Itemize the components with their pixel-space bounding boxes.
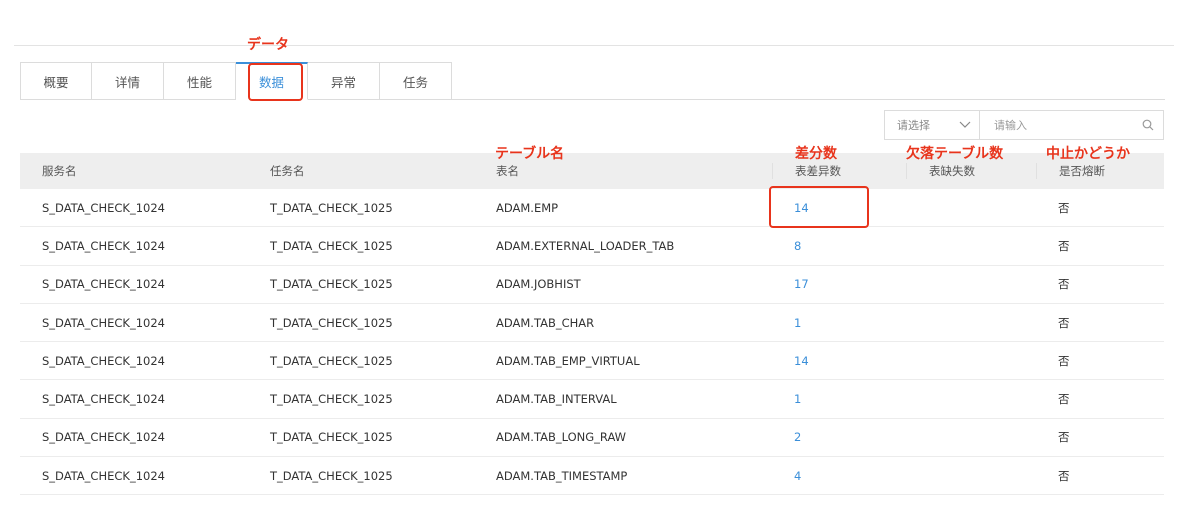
cell-service: S_DATA_CHECK_1024 [42, 200, 165, 215]
search-input[interactable] [992, 117, 1136, 133]
annotation-table-name: テーブル名 [495, 146, 565, 162]
header-missing: 表缺失数 [906, 163, 1036, 179]
cell-service: S_DATA_CHECK_1024 [42, 238, 165, 253]
cell-service: S_DATA_CHECK_1024 [42, 353, 165, 368]
cell-table: ADAM.TAB_TIMESTAMP [496, 468, 628, 483]
header-diff: 表差异数 [772, 163, 906, 179]
table-row: S_DATA_CHECK_1024 T_DATA_CHECK_1025 ADAM… [20, 266, 1164, 304]
header-table: 表名 [496, 164, 519, 178]
diff-link[interactable]: 8 [794, 239, 801, 253]
cell-diff: 4 [772, 469, 906, 483]
tab-bar: 概要 详情 性能 数据 异常 任务 [20, 62, 452, 100]
cell-table: ADAM.EMP [496, 200, 559, 215]
cell-diff: 17 [772, 277, 906, 291]
table-row: S_DATA_CHECK_1024 T_DATA_CHECK_1025 ADAM… [20, 380, 1164, 419]
cell-service: S_DATA_CHECK_1024 [42, 277, 165, 292]
cell-diff: 8 [772, 239, 906, 253]
cell-service: S_DATA_CHECK_1024 [42, 392, 165, 407]
cell-table: ADAM.TAB_CHAR [496, 315, 595, 330]
cell-service: S_DATA_CHECK_1024 [42, 315, 165, 330]
table-row: S_DATA_CHECK_1024 T_DATA_CHECK_1025 ADAM… [20, 419, 1164, 458]
cell-diff: 14 [772, 354, 906, 368]
header-service: 服务名 [42, 164, 77, 178]
cell-diff: 1 [772, 316, 906, 330]
tab-overview[interactable]: 概要 [20, 62, 92, 100]
cell-table: ADAM.TAB_LONG_RAW [496, 430, 627, 445]
tab-exceptions[interactable]: 异常 [308, 62, 380, 100]
cell-task: T_DATA_CHECK_1025 [270, 468, 393, 483]
cell-task: T_DATA_CHECK_1025 [270, 277, 393, 292]
cell-task: T_DATA_CHECK_1025 [270, 392, 393, 407]
cell-task: T_DATA_CHECK_1025 [270, 430, 393, 445]
search-field [980, 111, 1163, 139]
filter-select[interactable]: 请选择 [885, 111, 980, 139]
cell-table: ADAM.TAB_EMP_VIRTUAL [496, 353, 640, 368]
cell-table: ADAM.JOBHIST [496, 277, 581, 292]
diff-link[interactable]: 2 [794, 430, 801, 444]
cell-table: ADAM.TAB_INTERVAL [496, 392, 617, 407]
table-row: S_DATA_CHECK_1024 T_DATA_CHECK_1025 ADAM… [20, 227, 1164, 266]
top-divider [14, 45, 1174, 46]
diff-link[interactable]: 1 [794, 316, 801, 330]
annotation-missing-count: 欠落テーブル数 [906, 146, 1004, 162]
filter-select-placeholder: 请选择 [897, 119, 930, 132]
table-row: S_DATA_CHECK_1024 T_DATA_CHECK_1025 ADAM… [20, 457, 1164, 496]
tab-tasks[interactable]: 任务 [380, 62, 452, 100]
cell-service: S_DATA_CHECK_1024 [42, 430, 165, 445]
table-row: S_DATA_CHECK_1024 T_DATA_CHECK_1025 ADAM… [20, 189, 1164, 228]
annotation-data-tab-box [248, 63, 303, 101]
cell-diff: 1 [772, 392, 906, 406]
diff-link[interactable]: 1 [794, 392, 801, 406]
header-fused: 是否熔断 [1036, 163, 1164, 179]
table-row: S_DATA_CHECK_1024 T_DATA_CHECK_1025 ADAM… [20, 342, 1164, 381]
cell-fused: 否 [1058, 238, 1070, 253]
cell-fused: 否 [1058, 468, 1070, 483]
search-filter: 请选择 [884, 110, 1164, 140]
tab-details[interactable]: 详情 [92, 62, 164, 100]
cell-fused: 否 [1058, 277, 1070, 292]
cell-task: T_DATA_CHECK_1025 [270, 315, 393, 330]
cell-fused: 否 [1058, 392, 1070, 407]
header-task: 任务名 [270, 164, 305, 178]
annotation-diff-count: 差分数 [795, 146, 837, 162]
annotation-fuse: 中止かどうか [1046, 146, 1130, 162]
diff-link[interactable]: 17 [794, 277, 809, 291]
search-icon[interactable] [1141, 118, 1155, 132]
chevron-down-icon [959, 119, 971, 132]
cell-task: T_DATA_CHECK_1025 [270, 200, 393, 215]
tab-performance[interactable]: 性能 [164, 62, 236, 100]
table-row: S_DATA_CHECK_1024 T_DATA_CHECK_1025 ADAM… [20, 304, 1164, 343]
cell-fused: 否 [1058, 200, 1070, 215]
cell-task: T_DATA_CHECK_1025 [270, 353, 393, 368]
cell-service: S_DATA_CHECK_1024 [42, 468, 165, 483]
cell-diff: 2 [772, 430, 906, 444]
cell-task: T_DATA_CHECK_1025 [270, 238, 393, 253]
diff-link[interactable]: 4 [794, 469, 801, 483]
annotation-data-tab: データ [247, 37, 289, 53]
tab-bar-divider [450, 99, 1165, 100]
cell-fused: 否 [1058, 353, 1070, 368]
annotation-diff-box [769, 186, 869, 228]
diff-link[interactable]: 14 [794, 354, 809, 368]
data-table: 服务名 任务名 表名 表差异数 表缺失数 是否熔断 S_DATA_CHECK_1… [20, 153, 1164, 496]
cell-fused: 否 [1058, 430, 1070, 445]
cell-table: ADAM.EXTERNAL_LOADER_TAB [496, 238, 675, 253]
cell-fused: 否 [1058, 315, 1070, 330]
